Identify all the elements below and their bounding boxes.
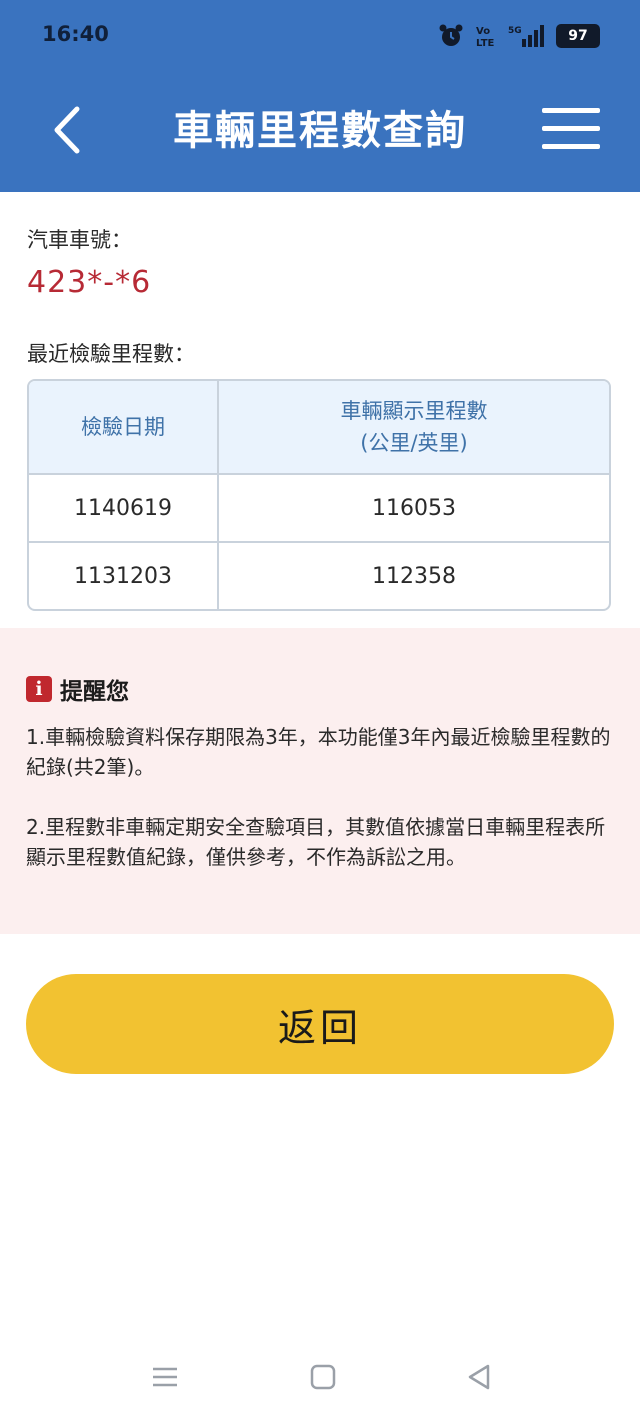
table-row: 1131203 112358 bbox=[29, 542, 609, 609]
reminder-box: i 提醒您 1.車輛檢驗資料保存期限為3年，本功能僅3年內最近檢驗里程數的紀錄(… bbox=[0, 628, 640, 934]
reminder-title: 提醒您 bbox=[60, 679, 129, 705]
inspection-date-cell: 1140619 bbox=[29, 474, 219, 543]
svg-text:LTE: LTE bbox=[476, 38, 495, 49]
recent-apps-button[interactable] bbox=[150, 1362, 180, 1396]
triangle-back-icon bbox=[468, 1364, 490, 1390]
back-nav-button[interactable] bbox=[464, 1362, 494, 1396]
table-header-row: 檢驗日期 車輛顯示里程數 (公里/英里) bbox=[29, 381, 609, 475]
hamburger-menu-icon bbox=[542, 108, 600, 113]
alarm-icon bbox=[439, 24, 463, 46]
table-row: 1140619 116053 bbox=[29, 474, 609, 543]
status-icons: Vo LTE 5G 97 bbox=[438, 20, 600, 52]
reminder-item: 2.里程數非車輛定期安全查驗項目，其數值依據當日車輛里程表所顯示里程數值紀錄，僅… bbox=[26, 815, 606, 869]
svg-text:5G: 5G bbox=[508, 26, 522, 36]
column-header-date: 檢驗日期 bbox=[29, 381, 219, 475]
mileage-table: 檢驗日期 車輛顯示里程數 (公里/英里) 1140619 116053 1131… bbox=[27, 379, 611, 611]
page: 16:40 Vo LTE 5G 97 車輛里程數查詢 汽車車號： 423*-*6… bbox=[0, 0, 640, 1422]
reminder-item: 1.車輛檢驗資料保存期限為3年，本功能僅3年內最近檢驗里程數的紀錄(共2筆)。 bbox=[26, 725, 611, 779]
info-icon: i bbox=[26, 676, 52, 702]
chevron-left-icon bbox=[54, 106, 80, 154]
column-header-mileage: 車輛顯示里程數 (公里/英里) bbox=[218, 381, 609, 475]
home-button[interactable] bbox=[308, 1362, 338, 1396]
plate-label: 汽車車號： bbox=[27, 228, 132, 252]
svg-text:Vo: Vo bbox=[476, 26, 490, 37]
return-button[interactable]: 返回 bbox=[26, 974, 614, 1074]
menu-button[interactable] bbox=[542, 106, 600, 154]
recent-apps-icon bbox=[153, 1367, 177, 1387]
back-button[interactable] bbox=[38, 100, 94, 160]
home-icon bbox=[310, 1364, 336, 1390]
app-header: 16:40 Vo LTE 5G 97 車輛里程數查詢 bbox=[0, 0, 640, 192]
system-nav-bar bbox=[0, 1350, 640, 1410]
plate-value: 423*-*6 bbox=[27, 265, 152, 300]
page-title: 車輛里程數查詢 bbox=[173, 108, 467, 154]
volte-icon: Vo LTE bbox=[476, 26, 495, 49]
battery-icon: 97 bbox=[556, 24, 600, 48]
mileage-cell: 116053 bbox=[218, 474, 609, 543]
reminder-heading: i 提醒您 bbox=[26, 672, 129, 706]
status-time: 16:40 bbox=[42, 22, 109, 46]
signal-icon: 5G bbox=[508, 25, 544, 47]
mileage-cell: 112358 bbox=[372, 563, 456, 589]
mileage-section-label: 最近檢驗里程數： bbox=[27, 342, 195, 366]
inspection-date-cell: 1131203 bbox=[29, 542, 219, 609]
